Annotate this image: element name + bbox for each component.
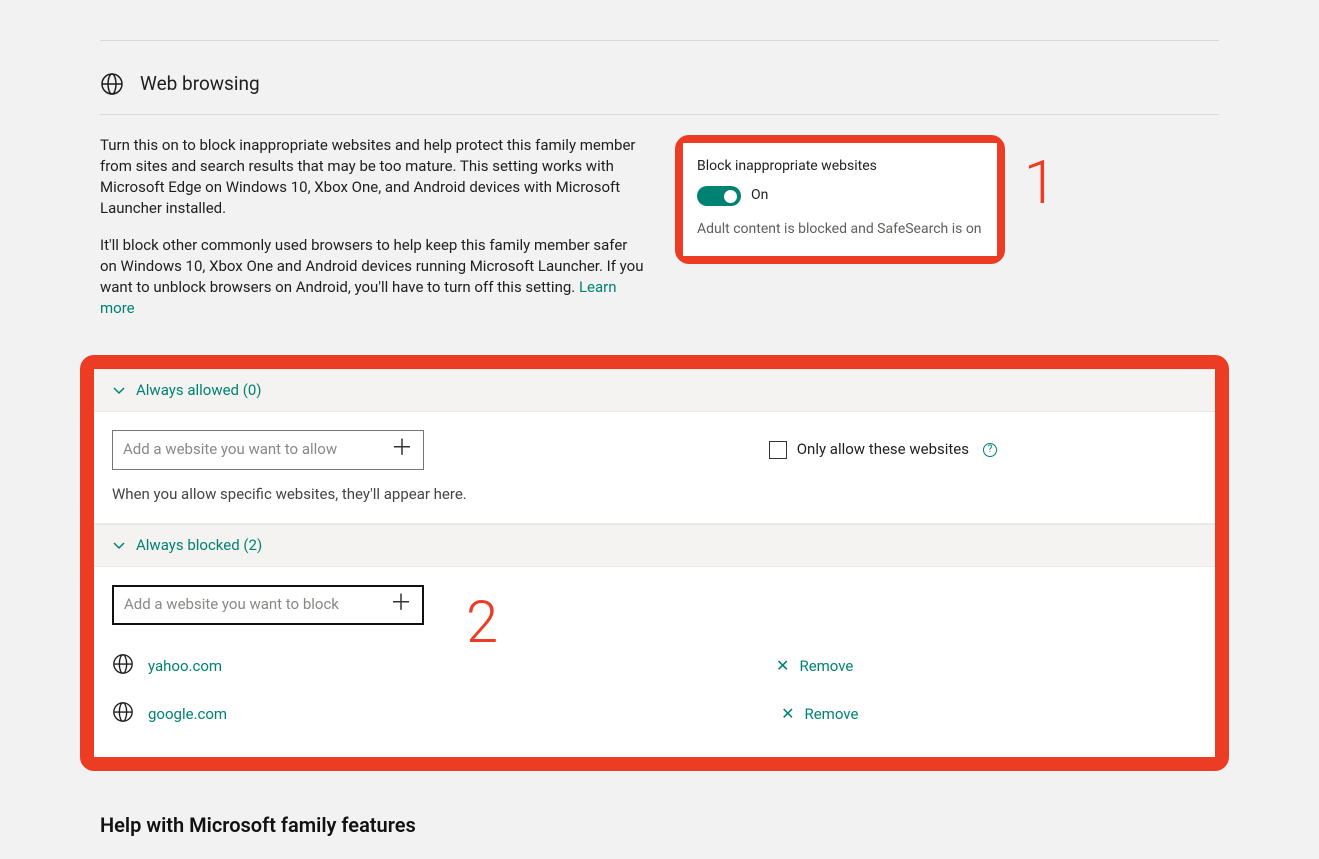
chevron-down-icon (112, 538, 126, 552)
chevron-down-icon (112, 383, 126, 397)
add-block-placeholder: Add a website you want to block (124, 594, 339, 615)
always-allowed-label: Always allowed (0) (136, 380, 262, 401)
section-header: Web browsing (100, 71, 1219, 115)
globe-icon (112, 653, 134, 681)
globe-icon (100, 72, 124, 96)
always-blocked-header[interactable]: Always blocked (2) (94, 524, 1215, 567)
add-block-input[interactable]: Add a website you want to block ＋ (112, 585, 424, 625)
close-icon: ✕ (781, 703, 794, 725)
divider-top (100, 40, 1219, 41)
annotation-number-1: 1 (1024, 153, 1057, 213)
description-column: Turn this on to block inappropriate webs… (100, 135, 645, 335)
blocked-site-link[interactable]: yahoo.com (148, 656, 222, 677)
plus-icon[interactable]: ＋ (390, 589, 412, 620)
block-toggle[interactable] (697, 186, 741, 206)
remove-button[interactable]: ✕ Remove (776, 655, 853, 677)
toggle-state: On (751, 186, 768, 206)
globe-icon (112, 701, 134, 729)
add-allow-input[interactable]: Add a website you want to allow ＋ (112, 430, 424, 470)
section-title: Web browsing (140, 71, 260, 98)
help-icon[interactable]: ? (983, 443, 997, 457)
block-inappropriate-card: Block inappropriate websites On Adult co… (683, 143, 997, 256)
help-section-title: Help with Microsoft family features (100, 811, 1219, 839)
description-1: Turn this on to block inappropriate webs… (100, 135, 645, 219)
remove-button[interactable]: ✕ Remove (781, 703, 858, 725)
always-allowed-header[interactable]: Always allowed (0) (94, 369, 1215, 412)
allowed-helper-text: When you allow specific websites, they'l… (112, 484, 1197, 505)
close-icon: ✕ (776, 655, 789, 677)
blocked-site-link[interactable]: google.com (148, 704, 227, 725)
description-2: It'll block other commonly used browsers… (100, 235, 645, 319)
plus-icon[interactable]: ＋ (391, 434, 413, 465)
add-allow-placeholder: Add a website you want to allow (123, 439, 337, 460)
block-description: Adult content is blocked and SafeSearch … (697, 220, 983, 240)
only-allow-label: Only allow these websites (797, 439, 969, 460)
block-label: Block inappropriate websites (697, 157, 983, 177)
annotation-box-2: 2 Always allowed (0) Add a website you w… (80, 355, 1229, 771)
annotation-box-1: Block inappropriate websites On Adult co… (675, 135, 1005, 264)
annotation-number-2: 2 (466, 594, 498, 652)
only-allow-checkbox[interactable] (769, 441, 787, 459)
always-blocked-label: Always blocked (2) (136, 535, 262, 556)
